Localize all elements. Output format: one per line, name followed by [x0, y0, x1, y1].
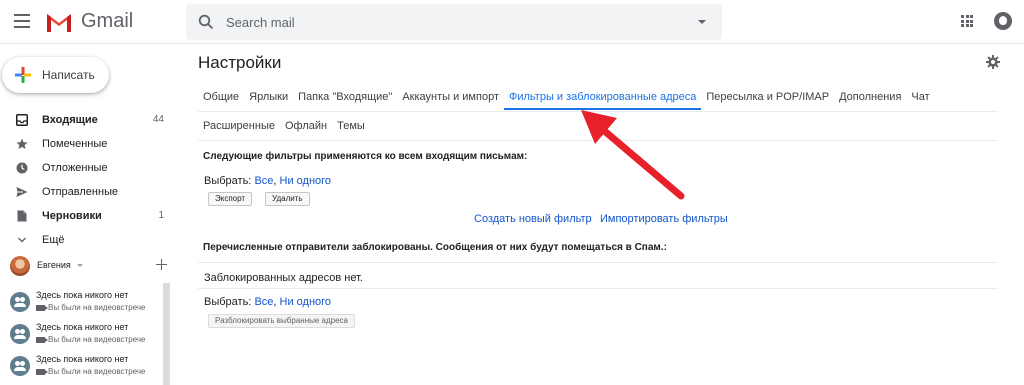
- gmail-logo[interactable]: Gmail: [45, 10, 133, 33]
- export-button[interactable]: Экспорт: [208, 192, 253, 206]
- group-icon: [10, 356, 30, 376]
- blocked-heading: Перечисленные отправители заблокированы.…: [203, 242, 667, 253]
- compose-button[interactable]: Написать: [2, 57, 109, 93]
- sidebar-item-label: Помеченные: [42, 138, 108, 150]
- search-icon[interactable]: [198, 14, 214, 30]
- sidebar-item-label: Черновики: [42, 210, 102, 222]
- group-icon: [10, 292, 30, 312]
- annotation-arrow-icon: [581, 110, 685, 200]
- tab-forwarding[interactable]: Пересылка и POP/IMAP: [701, 86, 834, 110]
- select-none-link[interactable]: Ни одного: [280, 175, 332, 187]
- select-all-link[interactable]: Все: [254, 296, 273, 308]
- filters-heading: Следующие фильтры применяются ко всем вх…: [203, 151, 528, 162]
- list-item[interactable]: Здесь пока никого нет Вы были на видеовс…: [0, 353, 170, 385]
- select-all-link[interactable]: Все: [254, 175, 273, 187]
- main-menu-icon[interactable]: [14, 14, 30, 28]
- caret-down-icon[interactable]: [77, 264, 83, 267]
- sidebar-item-label: Ещё: [42, 234, 65, 246]
- video-camera-icon: [36, 304, 48, 311]
- settings-tabs-row2: Расширенные Офлайн Темы: [198, 115, 370, 139]
- blocked-select-line: Выбрать: Все, Ни одного: [204, 296, 331, 308]
- tab-advanced[interactable]: Расширенные: [198, 115, 280, 139]
- apps-grid-icon[interactable]: [961, 15, 973, 27]
- hangout-subtitle: Вы были на видеовстрече: [36, 335, 145, 344]
- sidebar-scrollbar[interactable]: [163, 283, 170, 385]
- select-none-link[interactable]: Ни одного: [280, 296, 332, 308]
- tab-offline[interactable]: Офлайн: [280, 115, 332, 139]
- sidebar-item-label: Отложенные: [42, 162, 108, 174]
- sidebar-nav: Входящие 44 Помеченные Отложенные Отправ…: [0, 108, 170, 252]
- hangouts-list: Здесь пока никого нет Вы были на видеовс…: [0, 289, 170, 385]
- star-icon: [16, 138, 28, 149]
- hangout-subtitle-text: Вы были на видеовстрече: [48, 335, 146, 344]
- list-item[interactable]: Здесь пока никого нет Вы были на видеовс…: [0, 321, 170, 353]
- account-avatar-icon[interactable]: [994, 12, 1012, 30]
- hangout-subtitle-text: Вы были на видеовстрече: [48, 367, 146, 376]
- sidebar-item-starred[interactable]: Помеченные: [0, 132, 170, 156]
- hangout-title: Здесь пока никого нет: [36, 322, 129, 332]
- avatar: [10, 256, 30, 276]
- plus-icon: [15, 67, 31, 83]
- unblock-button[interactable]: Разблокировать выбранные адреса: [208, 314, 355, 328]
- list-item[interactable]: Здесь пока никого нет Вы были на видеовс…: [0, 289, 170, 321]
- video-camera-icon: [36, 368, 48, 375]
- app-name: Gmail: [81, 10, 134, 32]
- hangouts-user-name: Евгения: [37, 260, 71, 270]
- hangout-title: Здесь пока никого нет: [36, 290, 129, 300]
- tab-themes[interactable]: Темы: [332, 115, 370, 139]
- sidebar-item-drafts[interactable]: Черновики 1: [0, 204, 170, 228]
- tab-inbox[interactable]: Папка "Входящие": [293, 86, 397, 110]
- draft-icon: [17, 210, 27, 222]
- blocked-empty-text: Заблокированных адресов нет.: [204, 272, 363, 284]
- clock-icon: [16, 162, 28, 174]
- hangouts-user[interactable]: Евгения: [10, 256, 170, 276]
- search-input[interactable]: Search mail: [226, 15, 295, 30]
- search-bar[interactable]: Search mail: [186, 4, 722, 40]
- tab-accounts[interactable]: Аккаунты и импорт: [397, 86, 504, 110]
- group-icon: [10, 324, 30, 344]
- draft-count: 1: [158, 210, 164, 221]
- top-bar: Gmail Search mail: [0, 0, 1024, 44]
- gear-icon[interactable]: [986, 55, 1000, 69]
- sidebar-item-sent[interactable]: Отправленные: [0, 180, 170, 204]
- sidebar-item-snoozed[interactable]: Отложенные: [0, 156, 170, 180]
- delete-button[interactable]: Удалить: [265, 192, 310, 206]
- page-title: Настройки: [198, 53, 282, 72]
- hangout-subtitle-text: Вы были на видеовстрече: [48, 303, 146, 312]
- tab-chat[interactable]: Чат: [906, 86, 934, 110]
- section-divider: [198, 262, 998, 263]
- tab-addons[interactable]: Дополнения: [834, 86, 906, 110]
- chevron-down-icon: [18, 237, 26, 243]
- hangout-title: Здесь пока никого нет: [36, 354, 129, 364]
- sidebar-item-label: Входящие: [42, 114, 98, 126]
- unread-count: 44: [152, 114, 164, 125]
- send-icon: [16, 187, 28, 197]
- video-camera-icon: [36, 336, 48, 343]
- filters-select-line: Выбрать: Все, Ни одного: [204, 175, 331, 187]
- hangout-subtitle: Вы были на видеовстрече: [36, 303, 145, 312]
- select-label: Выбрать:: [204, 175, 252, 187]
- tab-general[interactable]: Общие: [198, 86, 244, 110]
- add-contact-icon[interactable]: [156, 259, 167, 270]
- select-label: Выбрать:: [204, 296, 252, 308]
- create-filter-link[interactable]: Создать новый фильтр: [474, 213, 592, 225]
- section-divider: [198, 288, 998, 289]
- import-filters-link[interactable]: Импортировать фильтры: [600, 213, 728, 225]
- compose-label: Написать: [42, 68, 95, 82]
- search-options-icon[interactable]: [698, 20, 706, 24]
- settings-tabs-row1: Общие Ярлыки Папка "Входящие" Аккаунты и…: [198, 86, 935, 110]
- hangout-subtitle: Вы были на видеовстрече: [36, 367, 145, 376]
- gmail-m-icon: [47, 13, 71, 32]
- inbox-icon: [16, 114, 28, 126]
- sidebar-item-inbox[interactable]: Входящие 44: [0, 108, 170, 132]
- tab-labels[interactable]: Ярлыки: [244, 86, 293, 110]
- sidebar-item-more[interactable]: Ещё: [0, 228, 170, 252]
- sidebar-item-label: Отправленные: [42, 186, 119, 198]
